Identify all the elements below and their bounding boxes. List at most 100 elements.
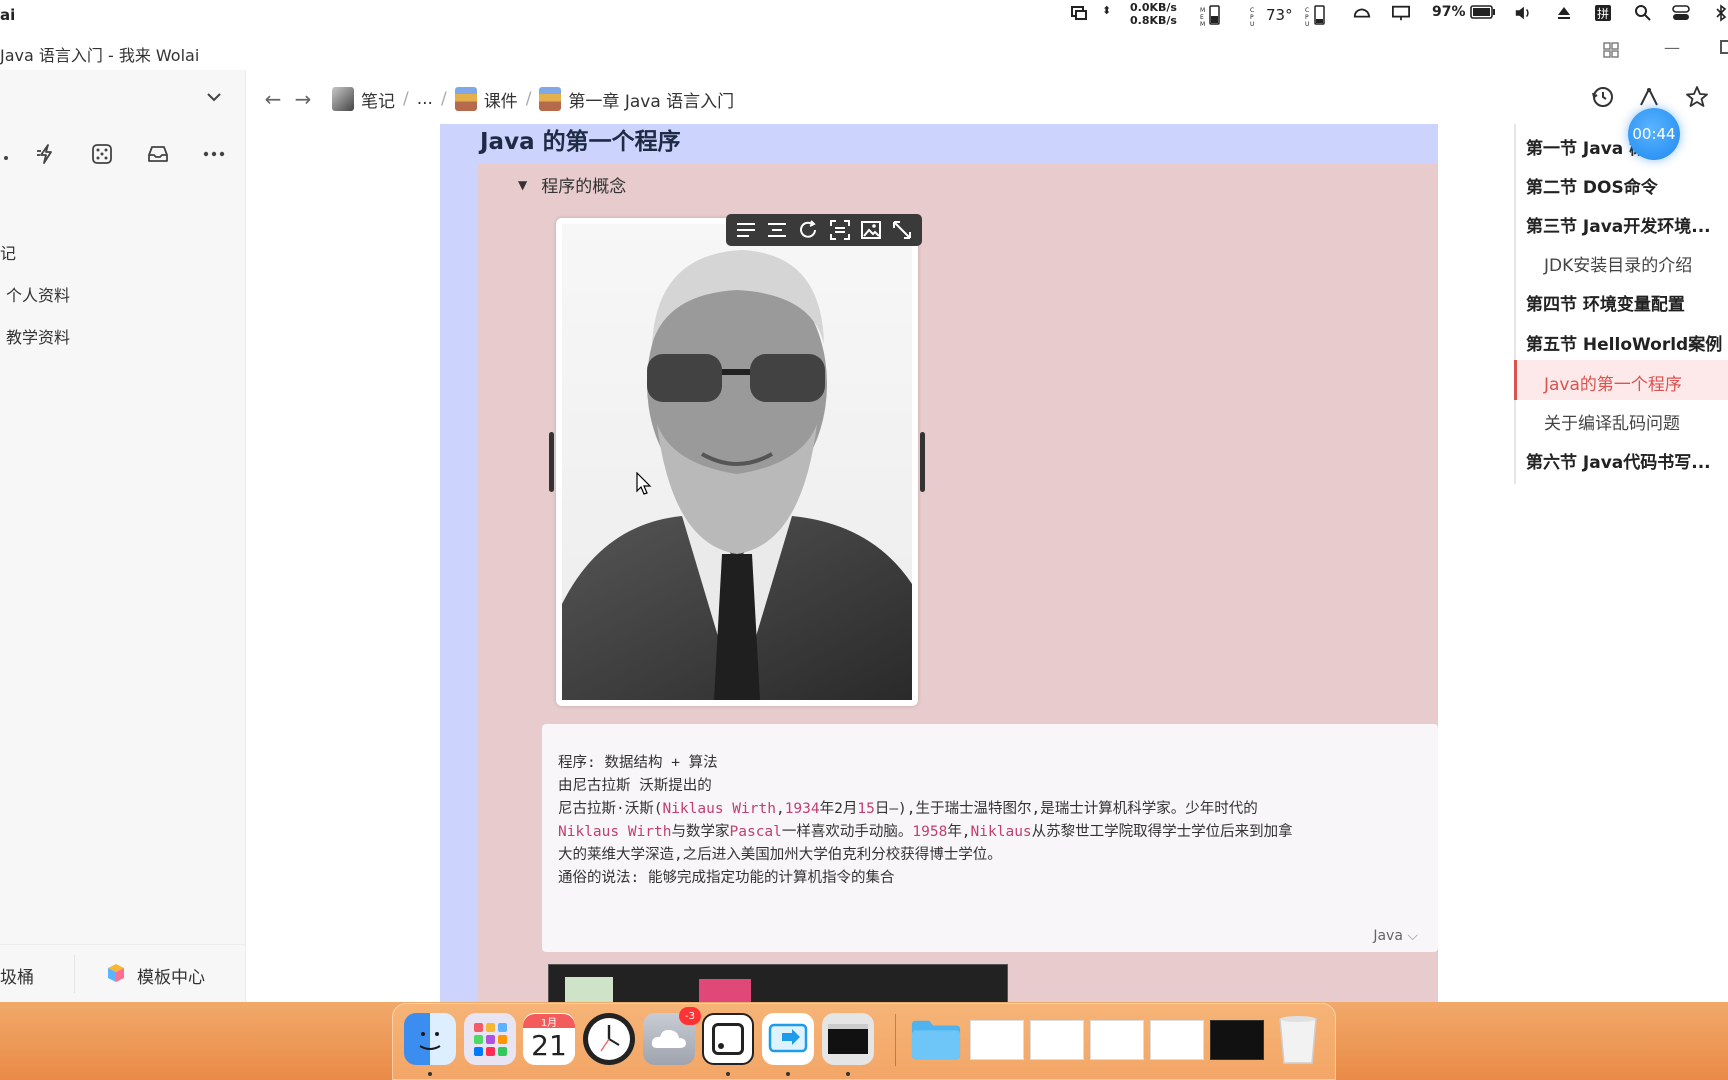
sidebar-footer: 圾桶 模板中心 [0, 944, 246, 1002]
ocr-icon[interactable] [826, 216, 854, 244]
chevron-down-icon[interactable] [206, 88, 222, 107]
code-line: 尼古拉斯·沃斯(Niklaus Wirth,1934年2月15日—),生于瑞士温… [558, 801, 1258, 817]
code-line: Niklaus Wirth与数学家Pascal一样喜欢动手动脑。1958年,Ni… [558, 824, 1293, 840]
back-arrow-icon[interactable]: ← [258, 87, 288, 111]
battery-icon[interactable] [1470, 4, 1496, 20]
history-icon[interactable] [1588, 82, 1618, 112]
eject-icon[interactable] [1555, 4, 1573, 22]
screen-share-icon[interactable] [762, 1013, 814, 1065]
toggle-triangle-icon[interactable]: ▼ [518, 178, 527, 192]
image-toolbar [726, 214, 922, 246]
breadcrumb-item-notes[interactable]: 笔记 [361, 87, 395, 112]
breadcrumb-item-ellipsis[interactable]: ... [417, 89, 433, 109]
terminal-icon[interactable] [822, 1013, 874, 1065]
notes-app-icon[interactable] [702, 1013, 754, 1065]
code-keyword: 15 [857, 801, 875, 817]
dice-icon[interactable] [88, 140, 116, 168]
running-indicator [786, 1072, 790, 1076]
input-method-icon[interactable]: 拼 [1594, 4, 1612, 22]
cube-icon [106, 963, 126, 988]
outline-item[interactable]: 第二节 DOS命令 [1526, 173, 1658, 198]
weather-cloud-icon[interactable]: -3 [643, 1007, 701, 1065]
resize-handle-right[interactable] [920, 432, 925, 492]
bluetooth-icon[interactable] [1712, 4, 1728, 22]
outline-item[interactable]: 第四节 环境变量配置 [1526, 290, 1685, 315]
chevron-down-icon: ⌵ [1407, 928, 1418, 944]
recording-timer[interactable]: 00:44 [1628, 108, 1680, 160]
cpu-usage-icon[interactable]: CPU [1305, 4, 1333, 26]
display-icon[interactable] [1392, 4, 1410, 22]
footer-divider [74, 955, 75, 993]
sidebar-item-teaching[interactable]: 教学资料 [6, 324, 70, 348]
sidebar-item-personal[interactable]: 个人资料 [6, 282, 70, 306]
svg-text:拼: 拼 [1597, 7, 1609, 21]
breadcrumb-separator: / [525, 89, 532, 109]
battery-percent: 97% [1432, 4, 1466, 20]
calendar-month: 1月 [523, 1014, 575, 1029]
svg-text:P: P [1305, 14, 1309, 21]
align-center-icon[interactable] [763, 216, 791, 244]
calendar-day: 21 [531, 1029, 567, 1062]
launchpad-icon[interactable] [464, 1013, 516, 1065]
align-left-icon[interactable] [732, 216, 760, 244]
minimize-icon[interactable]: — [1664, 38, 1680, 57]
image-replace-icon[interactable] [857, 216, 885, 244]
svg-text:C: C [1305, 7, 1309, 14]
more-icon[interactable] [200, 140, 228, 168]
outline-item[interactable]: 关于编译乱码问题 [1544, 409, 1680, 434]
page-heading[interactable]: Java 的第一个程序 [480, 122, 681, 156]
window-title: Java 语言入门 - 我来 Wolai [0, 46, 200, 65]
grid-view-icon[interactable] [1602, 41, 1620, 63]
window-thumbnail[interactable] [1030, 1020, 1084, 1060]
memory-icon[interactable]: MEM [1200, 4, 1228, 26]
portrait-photo [562, 224, 912, 700]
flash-icon[interactable] [32, 140, 60, 168]
partial-icon[interactable] [0, 140, 14, 168]
video-preview[interactable] [548, 964, 1008, 1003]
resize-handle-left[interactable] [549, 432, 554, 492]
inbox-icon[interactable] [144, 140, 172, 168]
toggle-block[interactable]: ▼ 程序的概念 [518, 172, 626, 197]
code-block[interactable]: 程序: 数据结构 + 算法 由尼古拉斯 沃斯提出的 尼古拉斯·沃斯(Niklaus … [542, 724, 1438, 952]
template-center-link[interactable]: 模板中心 [137, 963, 205, 988]
clock-icon[interactable] [583, 1013, 635, 1065]
forward-arrow-icon[interactable]: → [288, 87, 318, 111]
folder-icon[interactable] [910, 1013, 962, 1065]
code-keyword: Niklaus Wirth [558, 824, 672, 840]
expand-icon[interactable] [888, 216, 916, 244]
window-thumbnail[interactable] [1090, 1020, 1144, 1060]
maximize-icon[interactable] [1720, 40, 1728, 54]
star-icon[interactable] [1682, 82, 1712, 112]
outline-item[interactable]: 第五节 HelloWorld案例 [1526, 330, 1722, 355]
calendar-icon[interactable]: 1月 21 [523, 1013, 575, 1065]
breadcrumb-item-course[interactable]: 课件 [484, 87, 518, 112]
cpu-temp[interactable]: CPU 73° [1250, 4, 1293, 26]
screen-mirror-icon[interactable] [1070, 4, 1088, 22]
outline-item[interactable]: 第六节 Java代码书写... [1526, 448, 1711, 473]
trash-link[interactable]: 圾桶 [0, 963, 34, 988]
image-block[interactable] [556, 218, 918, 706]
code-keyword: 1934 [784, 801, 820, 817]
window-thumbnail[interactable] [970, 1020, 1024, 1060]
outline-item[interactable]: JDK安装目录的介绍 [1544, 251, 1692, 276]
window-thumbnail[interactable] [1210, 1020, 1264, 1060]
finder-icon[interactable] [404, 1013, 456, 1065]
code-language-label: Java [1373, 928, 1403, 944]
cloud-drive-icon[interactable] [1353, 4, 1371, 22]
trash-icon[interactable] [1272, 1013, 1324, 1065]
code-language-select[interactable]: Java ⌵ [1373, 928, 1418, 944]
volume-icon[interactable] [1514, 4, 1532, 22]
app-menu-name[interactable]: ai [0, 6, 15, 24]
control-center-icon[interactable] [1672, 4, 1690, 22]
outline-item-active[interactable]: Java的第一个程序 [1544, 370, 1682, 395]
toggle-title: 程序的概念 [541, 177, 627, 197]
sidebar-item-notes[interactable]: 记 [0, 240, 16, 264]
search-icon[interactable] [1634, 4, 1652, 22]
preview-image [565, 977, 613, 1003]
rotate-icon[interactable] [794, 216, 822, 244]
outline-item[interactable]: 第三节 Java开发环境... [1526, 212, 1711, 237]
window-thumbnail[interactable] [1150, 1020, 1204, 1060]
mouse-cursor-icon [636, 472, 652, 495]
running-indicator [726, 1072, 730, 1076]
breadcrumb-item-chapter[interactable]: 第一章 Java 语言入门 [568, 87, 734, 112]
